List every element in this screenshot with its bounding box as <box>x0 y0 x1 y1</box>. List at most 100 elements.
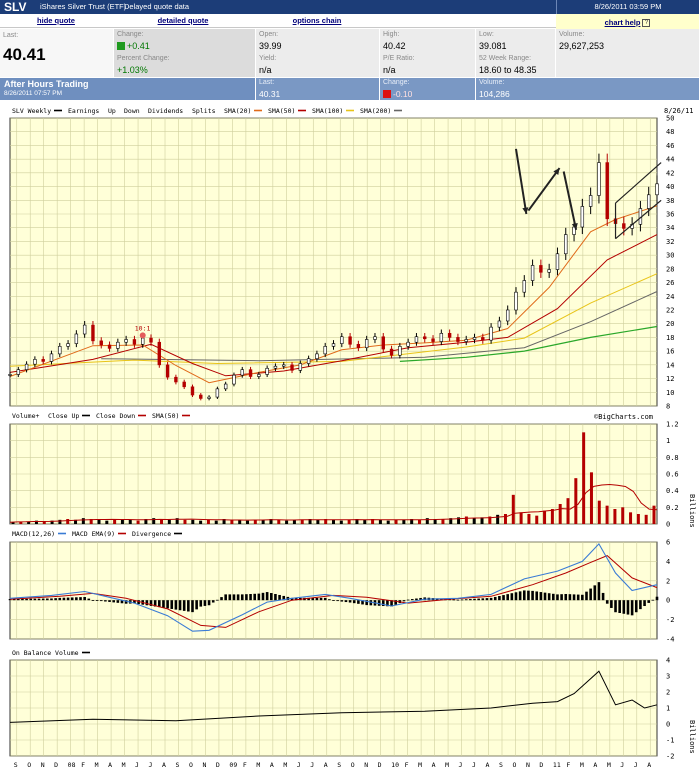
divergence-bar <box>50 598 53 601</box>
price-legend-item: SLV Weekly <box>12 107 51 115</box>
price-ytick: 28 <box>666 265 674 273</box>
price-bar-body <box>315 353 319 359</box>
divergence-bar <box>269 593 273 601</box>
price-ytick: 30 <box>666 252 674 260</box>
month-tick-label: M <box>256 761 260 769</box>
last-label: Last: <box>3 32 19 39</box>
volume-bar <box>206 519 210 524</box>
divergence-bar <box>224 594 227 601</box>
volume-bar <box>496 514 500 524</box>
volume-bar <box>363 519 367 524</box>
divergence-bar <box>236 594 240 601</box>
price-bar-body <box>439 333 444 342</box>
volume-bar <box>81 518 85 524</box>
volume-bar <box>472 518 476 524</box>
divergence-bar <box>402 600 406 602</box>
price-ytick: 44 <box>666 156 674 164</box>
volume-bar <box>425 518 429 524</box>
divergence-bar <box>83 596 86 601</box>
price-bar-body <box>215 388 220 398</box>
month-tick-label: 11 <box>553 761 561 769</box>
divergence-bar <box>543 592 547 601</box>
price-bar-body <box>190 386 195 396</box>
divergence-bar <box>162 600 165 608</box>
divergence-bar <box>187 600 190 612</box>
divergence-bar <box>174 600 178 610</box>
month-tick-label: S <box>175 761 179 769</box>
month-tick-label: F <box>243 761 247 769</box>
month-tick-label: M <box>445 761 449 769</box>
volume-bar <box>402 519 406 524</box>
last-price: 40.41 <box>3 45 46 64</box>
chart-help: chart help? <box>556 14 699 30</box>
price-bar-body <box>298 363 303 371</box>
down-arrow-icon <box>383 90 391 98</box>
macd-ytick: 0 <box>666 597 670 605</box>
detailed-quote-link[interactable]: detailed quote <box>112 14 254 28</box>
divergence-bar <box>626 600 630 615</box>
obv-unit-label: Billions <box>688 720 696 754</box>
month-tick-label: O <box>351 761 355 769</box>
price-legend-item: SMA(20) <box>224 107 251 115</box>
options-chain-link[interactable]: options chain <box>254 14 380 28</box>
volume-bar <box>605 505 609 524</box>
macd-legend-item: Divergence <box>132 530 171 538</box>
delay-note: Delayed quote data <box>124 2 190 11</box>
obv-ytick: 4 <box>666 657 670 665</box>
price-bar-body <box>74 333 79 344</box>
price-ytick: 36 <box>666 211 674 219</box>
divergence-bar <box>70 597 74 601</box>
price-legend-item: SMA(100) <box>312 107 343 115</box>
price-bar-body <box>398 346 402 356</box>
divergence-bar <box>489 597 493 601</box>
month-tick-label: N <box>202 761 206 769</box>
divergence-bar <box>560 594 563 601</box>
volume-bar <box>519 512 523 524</box>
divergence-bar <box>539 592 543 601</box>
last-cell: Last: 40.41 <box>0 29 114 77</box>
yield-label: Yield: <box>259 55 277 62</box>
price-ytick: 26 <box>666 279 674 287</box>
price-bar-body <box>381 336 385 350</box>
price-bar-body <box>91 324 95 342</box>
chart-help-link[interactable]: chart help <box>605 18 641 27</box>
macd-ytick: 4 <box>666 558 670 566</box>
price-bar-body <box>564 234 568 255</box>
price-bar-body <box>82 324 87 335</box>
help-icon[interactable]: ? <box>642 18 651 27</box>
price-bar-body <box>522 280 526 293</box>
price-bar-body <box>248 369 253 377</box>
divergence-bar <box>41 598 45 601</box>
volume-bar <box>183 519 187 524</box>
price-legend-item: Splits <box>192 107 216 115</box>
volume-bar <box>66 519 70 524</box>
divergence-bar <box>605 600 609 604</box>
month-tick-label: N <box>41 761 45 769</box>
price-bar-body <box>149 337 153 343</box>
divergence-bar <box>352 600 356 604</box>
divergence-bar <box>228 594 232 601</box>
percent-change-label: Percent Change: <box>117 55 170 62</box>
divergence-bar <box>639 600 642 610</box>
month-tick-label: J <box>620 761 624 769</box>
divergence-bar <box>182 600 186 611</box>
price-bar-body <box>472 337 477 340</box>
volume-bar <box>128 519 132 524</box>
price-ytick: 34 <box>666 224 674 232</box>
volume-legend-item: Close Down <box>96 412 135 420</box>
price-ytick: 16 <box>666 348 674 356</box>
after-hours-volume-value: 104,286 <box>479 89 510 99</box>
divergence-bar <box>493 596 497 601</box>
month-tick-label: O <box>189 761 193 769</box>
divergence-bar <box>460 599 464 601</box>
divergence-bar <box>531 590 534 601</box>
month-tick-label: A <box>162 761 166 769</box>
divergence-bar <box>145 600 149 606</box>
percent-change-value: +1.03% <box>117 65 148 75</box>
hide-quote-link[interactable]: hide quote <box>0 14 112 28</box>
divergence-bar <box>411 599 414 601</box>
volume-bar <box>613 509 617 524</box>
month-tick-label: 08 <box>68 761 76 769</box>
volume-bar <box>503 514 507 524</box>
price-bar-body <box>199 394 203 399</box>
